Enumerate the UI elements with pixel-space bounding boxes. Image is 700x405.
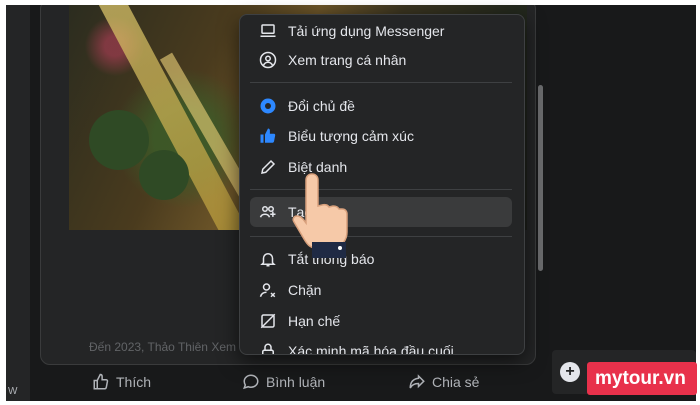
menu-item-label: Hạn chế bbox=[288, 313, 341, 329]
menu-divider bbox=[250, 82, 512, 83]
menu-item-label: Biểu tượng cảm xúc bbox=[288, 128, 414, 144]
like-label: Thích bbox=[116, 374, 152, 390]
menu-item-change-theme[interactable]: Đổi chủ đề bbox=[250, 91, 512, 121]
pointing-hand-icon bbox=[292, 173, 348, 258]
menu-item-verify-encryption[interactable]: Xác minh mã hóa đầu cuối bbox=[250, 336, 512, 355]
menu-item-emoji[interactable]: Biểu tượng cảm xúc bbox=[250, 121, 512, 151]
menu-item-label: Tải ứng dụng Messenger bbox=[288, 23, 445, 39]
brand-watermark: mytour.vn bbox=[587, 362, 697, 395]
lock-icon bbox=[258, 341, 278, 354]
restrict-icon bbox=[258, 311, 278, 331]
left-sidebar: W bbox=[6, 5, 30, 401]
menu-item-restrict[interactable]: Hạn chế bbox=[250, 306, 512, 336]
photo-trees bbox=[139, 150, 189, 200]
laptop-icon bbox=[258, 21, 278, 41]
thumbs-up-icon bbox=[258, 126, 278, 146]
comment-button[interactable]: Bình luận bbox=[242, 373, 325, 391]
share-icon bbox=[409, 374, 425, 389]
block-user-icon bbox=[258, 280, 278, 300]
theme-icon bbox=[258, 96, 278, 116]
sidebar-mark: W bbox=[8, 386, 18, 397]
menu-item-label: Xác minh mã hóa đầu cuối bbox=[288, 343, 454, 355]
plus-icon[interactable]: + bbox=[560, 362, 580, 382]
like-button[interactable]: Thích bbox=[92, 373, 151, 391]
profile-icon bbox=[258, 50, 278, 70]
menu-item-view-profile[interactable]: Xem trang cá nhân bbox=[250, 45, 512, 75]
bell-icon bbox=[258, 249, 278, 269]
menu-item-download-messenger[interactable]: Tải ứng dụng Messenger bbox=[250, 16, 512, 46]
share-label: Chia sẻ bbox=[432, 374, 480, 390]
menu-item-label: Đổi chủ đề bbox=[288, 98, 355, 114]
chat-options-menu: Tải ứng dụng Messenger Xem trang cá nhân… bbox=[239, 14, 525, 355]
photo-trees bbox=[89, 110, 149, 170]
menu-item-label: Chặn bbox=[288, 282, 322, 298]
post-actions: Thích Bình luận Chia sẻ bbox=[46, 367, 536, 401]
menu-item-label: Xem trang cá nhân bbox=[288, 52, 407, 68]
group-add-icon bbox=[258, 202, 278, 222]
menu-scrollbar[interactable] bbox=[538, 85, 543, 271]
thumbs-up-icon bbox=[93, 373, 109, 390]
comment-icon bbox=[243, 374, 259, 390]
comment-label: Bình luận bbox=[266, 374, 326, 390]
share-button[interactable]: Chia sẻ bbox=[408, 373, 479, 391]
menu-item-block[interactable]: Chặn bbox=[250, 275, 512, 305]
pencil-icon bbox=[258, 157, 278, 177]
